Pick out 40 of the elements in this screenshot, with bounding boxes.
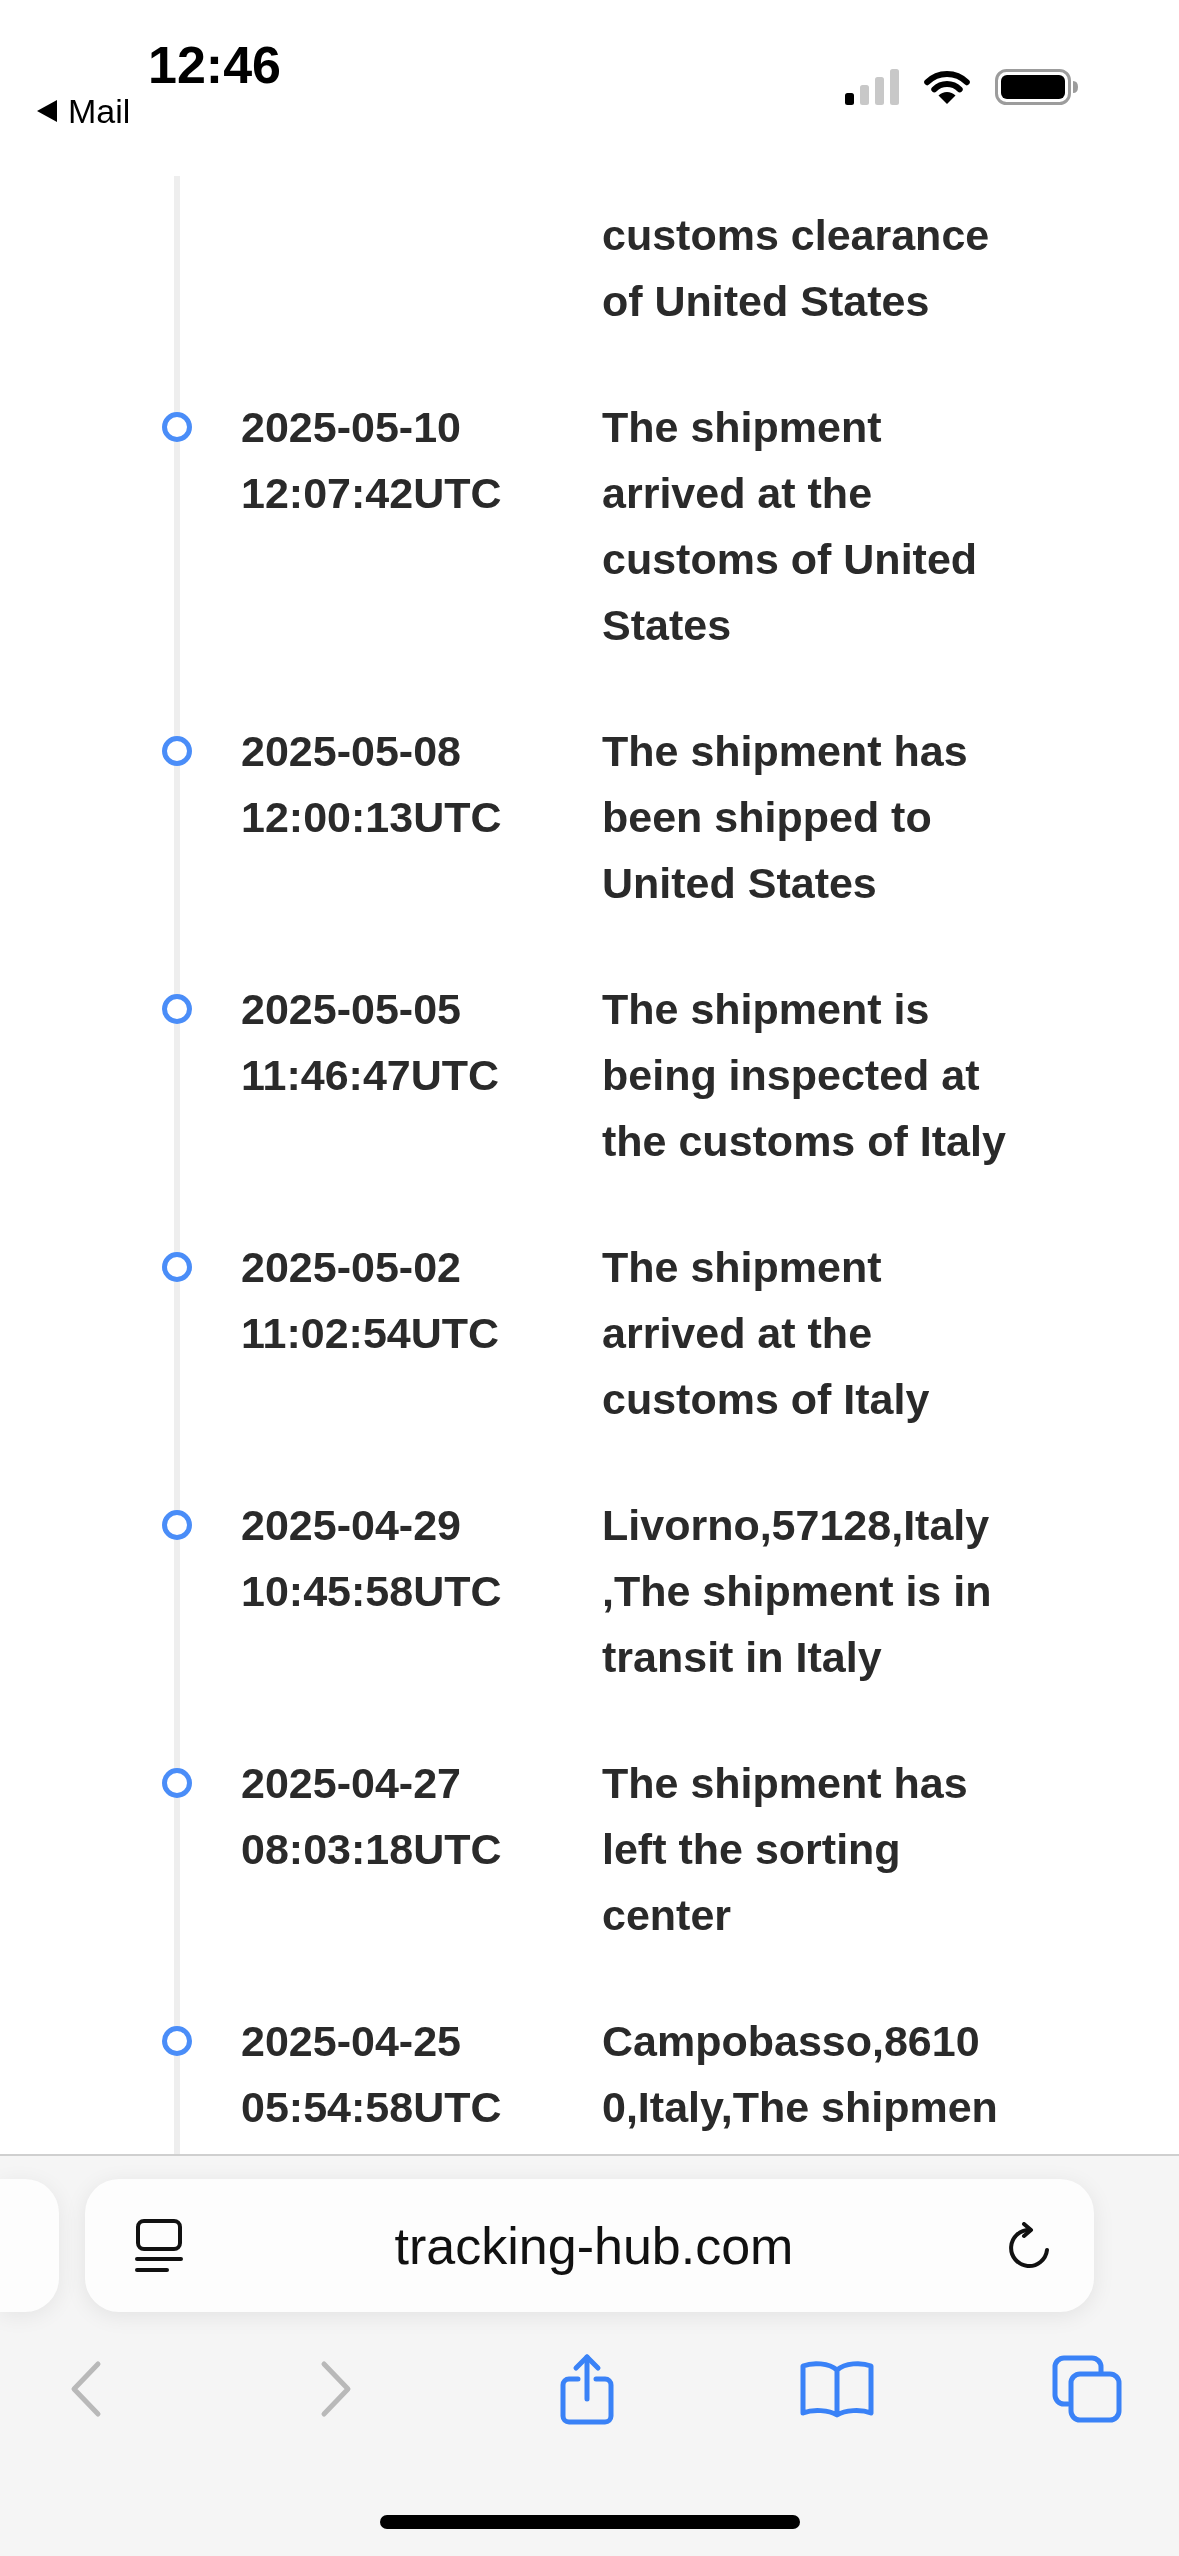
url-text[interactable]: tracking-hub.com xyxy=(183,2215,1005,2276)
cellular-signal-icon xyxy=(845,69,899,105)
wifi-icon xyxy=(921,69,973,105)
event-time: 10:45:58UTC xyxy=(241,1566,503,1617)
event-time: 11:46:47UTC xyxy=(241,1050,501,1101)
page-format-icon[interactable] xyxy=(135,2218,183,2273)
event-date: 2025-05-05 xyxy=(241,984,462,1035)
timeline-ring-icon xyxy=(162,1252,192,1282)
event-description: Livorno,57128,Italy ,The shipment is in transit in Italy xyxy=(602,1500,992,1683)
event-date: 2025-05-02 xyxy=(241,1242,462,1293)
event-description: The shipment has been shipped to United States xyxy=(602,726,968,909)
timeline-ring-icon xyxy=(162,736,192,766)
event-description: Campobasso,8610 0,Italy,The shipmen xyxy=(602,2016,998,2133)
event-date: 2025-04-29 xyxy=(241,1500,462,1551)
event-time: 12:00:13UTC xyxy=(241,792,503,843)
overlapping-squares-icon[interactable] xyxy=(1052,2355,1122,2423)
status-time: 12:46 xyxy=(148,37,281,93)
back-triangle-icon xyxy=(36,99,58,123)
timeline-ring-icon xyxy=(162,412,192,442)
event-time: 05:54:58UTC xyxy=(241,2082,503,2133)
event-time: 11:02:54UTC xyxy=(241,1308,501,1359)
event-date: 2025-04-27 xyxy=(241,1758,462,1809)
timeline-ring-icon xyxy=(162,2026,192,2056)
open-book-icon[interactable] xyxy=(798,2360,875,2418)
timeline-ring-icon xyxy=(162,994,192,1024)
event-description: The shipment arrived at the customs of United States xyxy=(602,402,978,651)
timeline-ring-icon xyxy=(162,1768,192,1798)
event-description: The shipment is being inspected at the customs of Italy xyxy=(602,984,1006,1167)
event-date: 2025-05-10 xyxy=(241,402,462,453)
event-description: The shipment arrived at the customs of Italy xyxy=(602,1242,930,1425)
timeline-ring-icon xyxy=(162,1510,192,1540)
event-description: The shipment has left the sorting center xyxy=(602,1758,968,1941)
battery-icon xyxy=(995,69,1079,105)
address-bar[interactable]: tracking-hub.com xyxy=(85,2179,1094,2312)
event-time: 12:07:42UTC xyxy=(241,468,503,519)
event-time: 08:03:18UTC xyxy=(241,1824,503,1875)
back-to-mail-button[interactable]: Mail xyxy=(36,93,131,129)
event-date: 2025-04-25 xyxy=(241,2016,462,2067)
event-description: customs clearance of United States xyxy=(602,210,990,327)
event-date: 2025-05-08 xyxy=(241,726,462,777)
